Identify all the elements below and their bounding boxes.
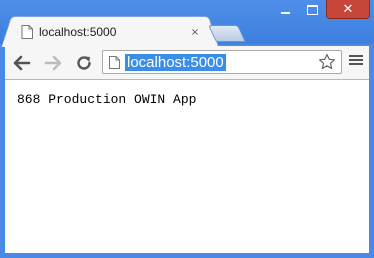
tab-close-button[interactable]: × (189, 27, 201, 38)
arrow-right-icon (44, 55, 62, 71)
reload-icon (77, 56, 91, 70)
url-text[interactable]: localhost:5000 (125, 54, 226, 71)
forward-button[interactable] (42, 52, 64, 74)
bookmark-button[interactable] (317, 52, 337, 72)
page-body-text: 868 Production OWIN App (17, 92, 197, 107)
maximize-icon (307, 4, 318, 15)
back-button[interactable] (11, 52, 33, 74)
star-icon (319, 53, 335, 70)
page-icon (21, 25, 33, 39)
browser-window: ✕ localhost:5000 × localhost:5000 868 Pr… (0, 0, 374, 258)
close-window-button[interactable]: ✕ (326, 0, 370, 19)
menu-button[interactable] (349, 53, 363, 69)
page-icon (109, 56, 120, 69)
minimize-button[interactable] (272, 0, 299, 19)
maximize-button[interactable] (299, 0, 326, 19)
close-icon: ✕ (342, 1, 354, 17)
minimize-icon (281, 11, 290, 14)
tab-localhost[interactable]: localhost:5000 × (12, 16, 208, 46)
address-bar[interactable]: localhost:5000 (102, 50, 342, 74)
hamburger-icon (349, 55, 363, 65)
reload-button[interactable] (73, 52, 95, 74)
window-controls: ✕ (272, 0, 370, 20)
page-content: 868 Production OWIN App (5, 80, 369, 253)
tab-title: localhost:5000 (39, 25, 117, 39)
toolbar: localhost:5000 (5, 46, 369, 80)
arrow-left-icon (13, 55, 31, 71)
